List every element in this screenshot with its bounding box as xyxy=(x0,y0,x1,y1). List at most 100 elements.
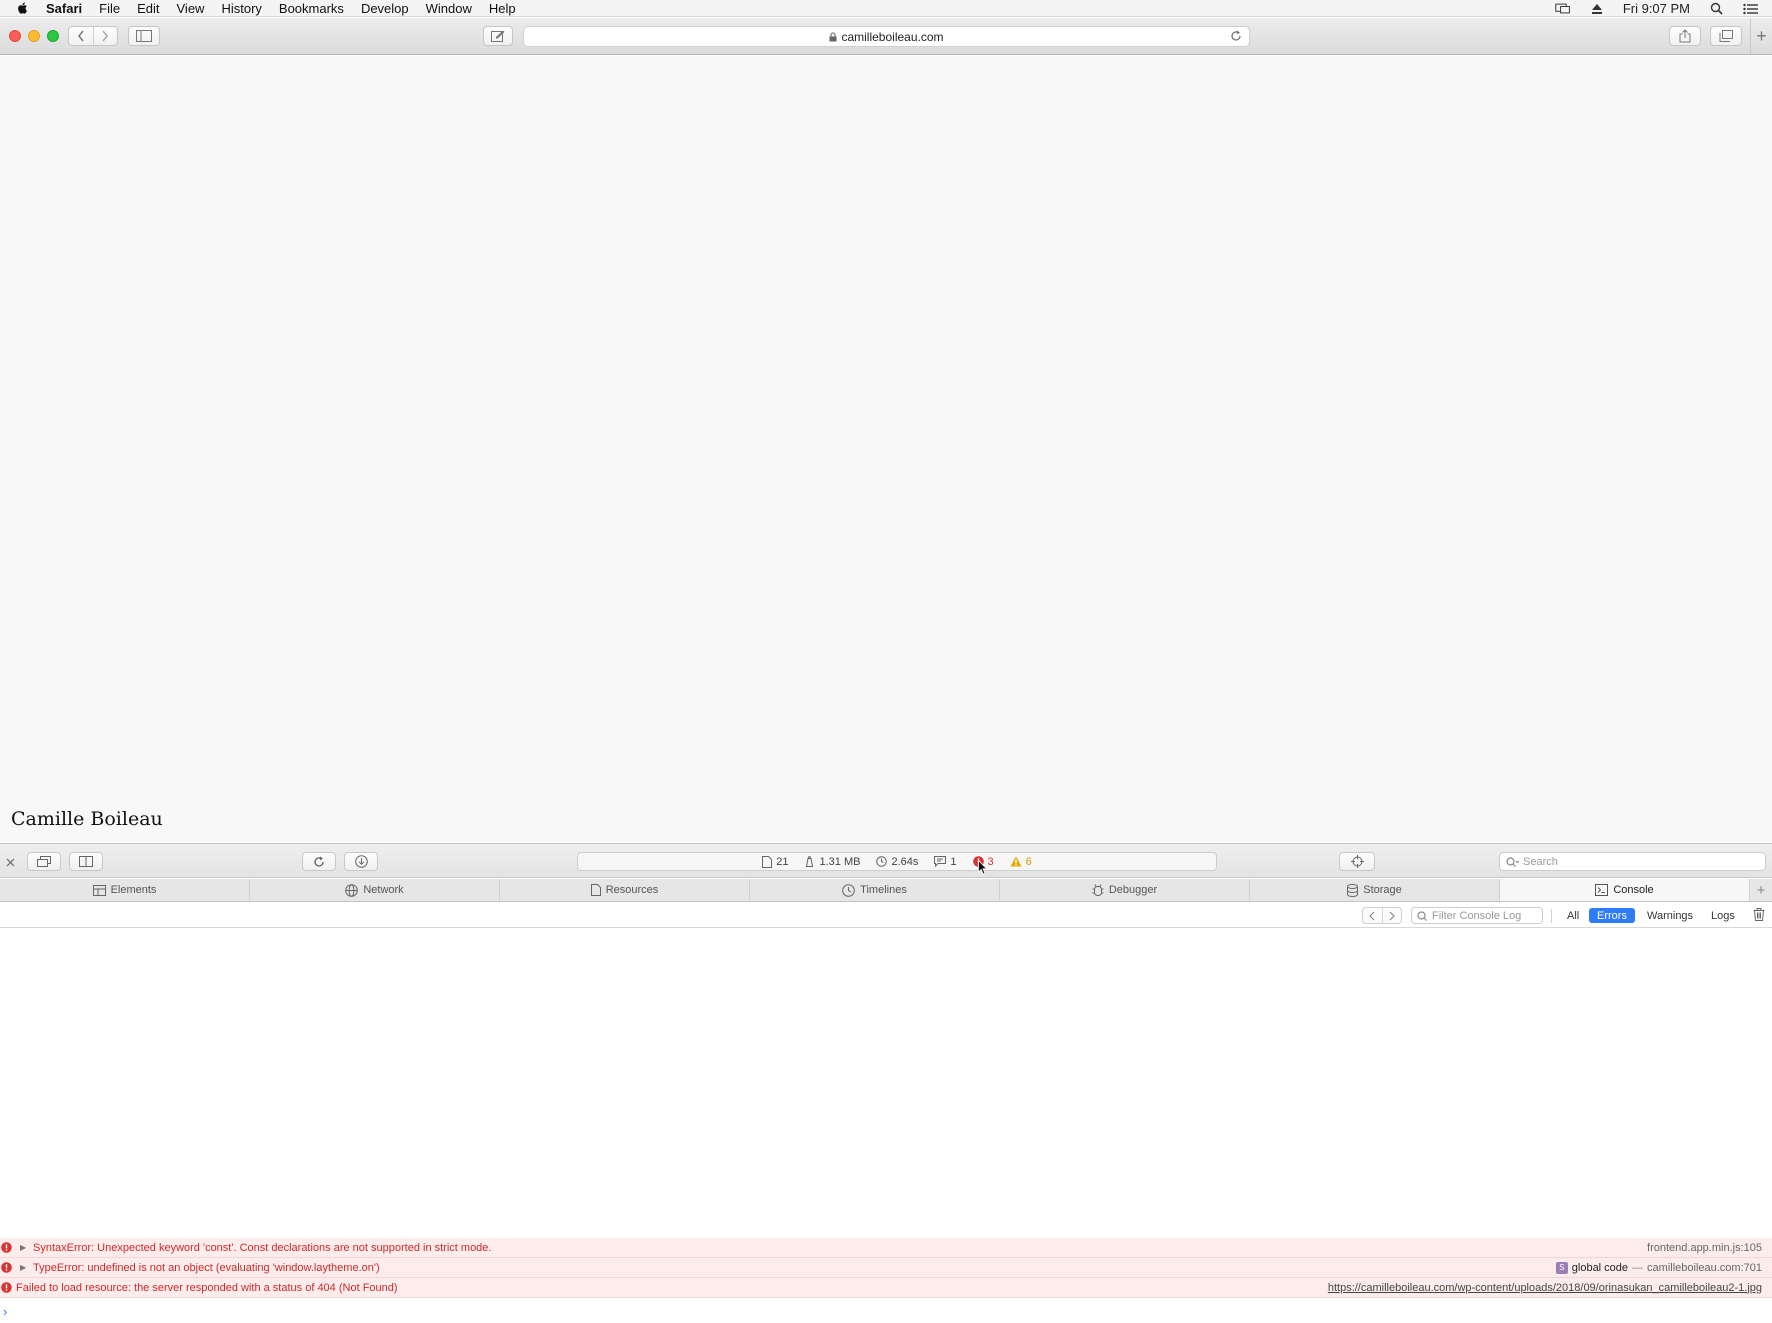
dock-side-button[interactable] xyxy=(69,852,103,871)
detach-window-icon xyxy=(37,856,51,867)
errors-count: 3 xyxy=(987,855,994,868)
notification-center-icon[interactable] xyxy=(1742,2,1758,16)
level-all-button[interactable]: All xyxy=(1561,908,1585,923)
chevron-right-icon xyxy=(102,30,109,42)
console-filter-input[interactable] xyxy=(1432,909,1540,922)
inspector-tab-bar: Elements Network Resources Timelines Deb… xyxy=(0,879,1772,902)
message-source[interactable]: frontend.app.min.js:105 xyxy=(1647,1242,1762,1254)
dock-split-icon xyxy=(79,856,93,867)
tab-storage[interactable]: Storage xyxy=(1250,879,1500,901)
plus-icon: + xyxy=(1756,881,1766,899)
sidebar-toggle-button[interactable] xyxy=(128,26,160,46)
console-history-nav xyxy=(1362,907,1402,924)
plus-icon: + xyxy=(1756,26,1767,46)
menu-file[interactable]: File xyxy=(99,1,120,16)
disclosure-triangle-icon[interactable]: ▶ xyxy=(20,1263,30,1272)
weight-icon xyxy=(806,856,814,867)
spotlight-search-icon[interactable] xyxy=(1708,2,1724,16)
tab-elements[interactable]: Elements xyxy=(0,879,250,901)
dashboard-logs[interactable]: 1 xyxy=(934,855,957,868)
close-inspector-icon[interactable] xyxy=(6,854,15,870)
lock-icon xyxy=(829,31,837,42)
error-icon xyxy=(1,1262,13,1273)
log-bubble-icon xyxy=(934,856,947,867)
menu-window[interactable]: Window xyxy=(426,1,472,16)
tab-resources[interactable]: Resources xyxy=(500,879,750,901)
tab-storage-label: Storage xyxy=(1363,884,1402,896)
menu-edit[interactable]: Edit xyxy=(137,1,159,16)
tab-timelines-label: Timelines xyxy=(860,884,907,896)
level-warnings-button[interactable]: Warnings xyxy=(1641,908,1699,923)
window-minimize-button[interactable] xyxy=(28,30,40,42)
new-tab-button[interactable]: + xyxy=(1750,18,1772,55)
script-badge-icon: S xyxy=(1555,1261,1568,1274)
level-logs-button[interactable]: Logs xyxy=(1705,908,1741,923)
site-title[interactable]: Camille Boileau xyxy=(11,808,163,830)
filter-divider xyxy=(1551,909,1552,923)
eject-icon[interactable] xyxy=(1589,2,1605,16)
forward-button[interactable] xyxy=(92,27,117,45)
show-all-tabs-button[interactable] xyxy=(1710,26,1742,46)
tab-console[interactable]: Console xyxy=(1500,879,1750,901)
inspector-dashboard[interactable]: 21 1.31 MB 2.64s 1 3 6 xyxy=(577,852,1217,871)
menu-view[interactable]: View xyxy=(177,1,205,16)
dashboard-resources[interactable]: 21 xyxy=(762,855,788,868)
detach-inspector-button[interactable] xyxy=(27,852,61,871)
disclosure-triangle-icon[interactable]: ▶ xyxy=(20,1243,30,1252)
message-text: Failed to load resource: the server resp… xyxy=(16,1281,398,1294)
download-archive-button[interactable] xyxy=(344,852,378,871)
reload-page-button[interactable] xyxy=(302,852,336,871)
console-icon xyxy=(1595,884,1609,896)
document-icon xyxy=(762,855,773,868)
reload-icon xyxy=(314,856,324,867)
window-zoom-button[interactable] xyxy=(47,30,59,42)
message-source-link[interactable]: frontend.app.min.js:105 xyxy=(1647,1242,1762,1254)
source-separator: — xyxy=(1632,1261,1644,1274)
menu-app-safari[interactable]: Safari xyxy=(46,1,82,16)
message-source-link[interactable]: S global code — camilleboileau.com:701 xyxy=(1555,1261,1762,1274)
console-message-load-failure[interactable]: Failed to load resource: the server resp… xyxy=(0,1278,1772,1298)
dashboard-warnings[interactable]: 6 xyxy=(1010,856,1032,868)
reader-compose-button[interactable] xyxy=(483,26,513,46)
dashboard-size[interactable]: 1.31 MB xyxy=(804,856,860,868)
tab-debugger[interactable]: Debugger xyxy=(1000,879,1250,901)
console-prompt[interactable]: › xyxy=(3,1304,7,1319)
tab-network[interactable]: Network xyxy=(250,879,500,901)
console-filter-field[interactable] xyxy=(1411,907,1543,924)
back-button[interactable] xyxy=(69,27,93,45)
previous-message-button[interactable] xyxy=(1363,908,1382,923)
resource-url-link[interactable]: https://camilleboileau.com/wp-content/up… xyxy=(1328,1282,1762,1294)
menubar-clock[interactable]: Fri 9:07 PM xyxy=(1623,1,1690,16)
timelines-icon xyxy=(842,883,855,897)
inspector-search-input[interactable] xyxy=(1523,855,1753,868)
tab-resources-label: Resources xyxy=(605,884,659,896)
next-message-button[interactable] xyxy=(1381,908,1401,923)
logs-count: 1 xyxy=(950,855,957,868)
message-source[interactable]: camilleboileau.com:701 xyxy=(1647,1262,1762,1274)
menu-bookmarks[interactable]: Bookmarks xyxy=(279,1,344,16)
message-source-link[interactable]: https://camilleboileau.com/wp-content/up… xyxy=(1328,1282,1762,1294)
tab-elements-label: Elements xyxy=(110,884,157,896)
level-errors-button[interactable]: Errors xyxy=(1589,908,1635,923)
console-message-type-error[interactable]: ▶ TypeError: undefined is not an object … xyxy=(0,1258,1772,1278)
apple-icon[interactable] xyxy=(16,1,30,15)
element-picker-button[interactable] xyxy=(1339,852,1375,871)
share-button[interactable] xyxy=(1669,26,1701,46)
dashboard-time[interactable]: 2.64s xyxy=(876,856,918,868)
menu-help[interactable]: Help xyxy=(489,1,516,16)
menu-history[interactable]: History xyxy=(221,1,261,16)
add-tab-button[interactable]: + xyxy=(1750,879,1772,901)
reload-icon[interactable] xyxy=(1230,30,1242,42)
menu-develop[interactable]: Develop xyxy=(361,1,409,16)
console-message-syntax-error[interactable]: ▶ SyntaxError: Unexpected keyword 'const… xyxy=(0,1238,1772,1258)
inspector-search-field[interactable] xyxy=(1499,852,1766,871)
airplay-display-icon[interactable] xyxy=(1555,2,1571,16)
transfer-size: 1.31 MB xyxy=(819,855,861,868)
address-bar[interactable]: camilleboileau.com xyxy=(523,26,1250,47)
window-close-button[interactable] xyxy=(9,30,21,42)
tab-debugger-label: Debugger xyxy=(1108,884,1158,896)
tab-console-label: Console xyxy=(1613,884,1654,896)
clear-console-icon[interactable] xyxy=(1753,908,1765,921)
tab-timelines[interactable]: Timelines xyxy=(750,879,1000,901)
mouse-pointer-icon xyxy=(978,859,988,878)
